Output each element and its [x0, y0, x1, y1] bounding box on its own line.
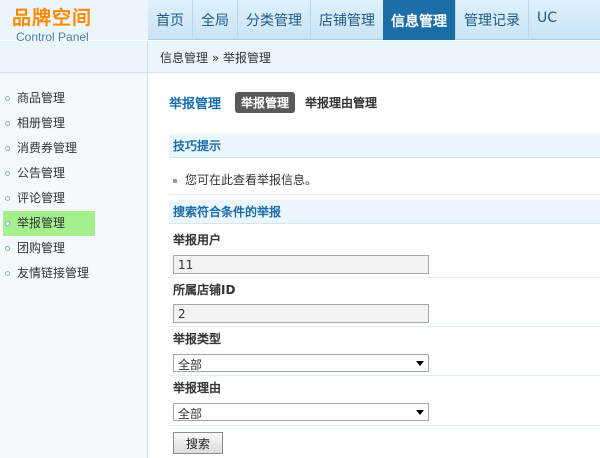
sidebar-item-label: 公告管理	[17, 166, 66, 180]
nav-item-category[interactable]: 分类管理	[237, 0, 310, 40]
sidebar-item-label: 团购管理	[17, 241, 66, 255]
sidebar-top	[0, 41, 147, 73]
divider	[169, 277, 600, 278]
nav-item-home[interactable]: 首页	[148, 0, 192, 40]
report-user-label: 举报用户	[173, 233, 222, 247]
sidebar-item-coupon[interactable]: 消费券管理	[0, 136, 147, 161]
sidebar-item-album[interactable]: 相册管理	[0, 111, 147, 136]
page-title: 举报管理	[169, 97, 222, 112]
tip-text: 您可在此查看举报信息。	[185, 173, 318, 187]
top-header: 品牌空间 Control Panel 首页 全局 分类管理 店铺管理 信息管理 …	[0, 0, 600, 44]
sidebar-item-groupbuy[interactable]: 团购管理	[0, 236, 147, 261]
report-user-input[interactable]	[173, 255, 429, 274]
dropdown-arrow-icon[interactable]	[416, 361, 424, 366]
bullet-icon	[173, 178, 177, 183]
tab-report-reason-manage[interactable]: 举报理由管理	[299, 92, 383, 113]
sidebar-item-label: 举报管理	[17, 216, 66, 230]
top-nav: 首页 全局 分类管理 店铺管理 信息管理 管理记录 UC	[148, 0, 565, 40]
bullet-icon	[5, 96, 10, 101]
nav-item-shop[interactable]: 店铺管理	[310, 0, 383, 40]
nav-item-logs[interactable]: 管理记录	[455, 0, 528, 40]
divider	[169, 194, 600, 195]
nav-item-global[interactable]: 全局	[192, 0, 237, 40]
sidebar-item-goods[interactable]: 商品管理	[0, 86, 147, 111]
sidebar-item-report[interactable]: 举报管理	[3, 211, 95, 236]
tips-heading: 技巧提示	[169, 134, 600, 158]
sidebar-item-label: 消费券管理	[17, 141, 78, 155]
report-reason-select[interactable]: 全部	[173, 403, 429, 421]
bullet-icon	[5, 271, 10, 276]
sidebar-item-label: 友情链接管理	[17, 266, 90, 280]
bullet-icon	[5, 171, 10, 176]
tip-item: 您可在此查看举报信息。	[173, 171, 317, 188]
sidebar-item-notice[interactable]: 公告管理	[0, 161, 147, 186]
divider	[169, 425, 600, 426]
bullet-icon	[5, 196, 10, 201]
sidebar-item-label: 相册管理	[17, 116, 66, 130]
nav-item-info[interactable]: 信息管理	[383, 0, 455, 40]
report-reason-value: 全部	[178, 407, 203, 421]
logo-title: 品牌空间	[12, 7, 93, 29]
divider	[169, 375, 600, 376]
sidebar-item-label: 商品管理	[17, 91, 66, 105]
divider	[169, 326, 600, 327]
main-content: 举报管理 举报管理 举报理由管理 技巧提示 您可在此查看举报信息。 搜索符合条件…	[149, 74, 600, 458]
bullet-icon	[5, 146, 10, 151]
sidebar-item-links[interactable]: 友情链接管理	[0, 261, 147, 286]
sidebar: 商品管理 相册管理 消费券管理 公告管理 评论管理 举报管理 团购管理 友情链接…	[0, 41, 148, 458]
tab-report-manage[interactable]: 举报管理	[235, 92, 296, 113]
logo: 品牌空间 Control Panel	[0, 0, 148, 44]
dropdown-arrow-icon[interactable]	[416, 410, 424, 415]
shop-id-label: 所属店铺ID	[173, 283, 236, 297]
bullet-icon	[5, 221, 10, 226]
report-type-label: 举报类型	[173, 332, 222, 346]
search-button[interactable]: 搜索	[173, 432, 223, 454]
page-header: 举报管理 举报管理 举报理由管理	[169, 92, 387, 113]
report-reason-label: 举报理由	[173, 381, 222, 395]
sidebar-item-comment[interactable]: 评论管理	[0, 186, 147, 211]
report-type-select[interactable]: 全部	[173, 354, 429, 372]
breadcrumb: 信息管理 » 举报管理	[148, 41, 600, 73]
bullet-icon	[5, 246, 10, 251]
nav-item-uc[interactable]: UC	[528, 0, 565, 40]
search-heading: 搜索符合条件的举报	[169, 200, 600, 224]
shop-id-input[interactable]	[173, 304, 429, 323]
report-type-value: 全部	[178, 358, 203, 372]
sidebar-item-label: 评论管理	[17, 191, 66, 205]
sidebar-menu: 商品管理 相册管理 消费券管理 公告管理 评论管理 举报管理 团购管理 友情链接…	[0, 86, 147, 286]
bullet-icon	[5, 121, 10, 126]
